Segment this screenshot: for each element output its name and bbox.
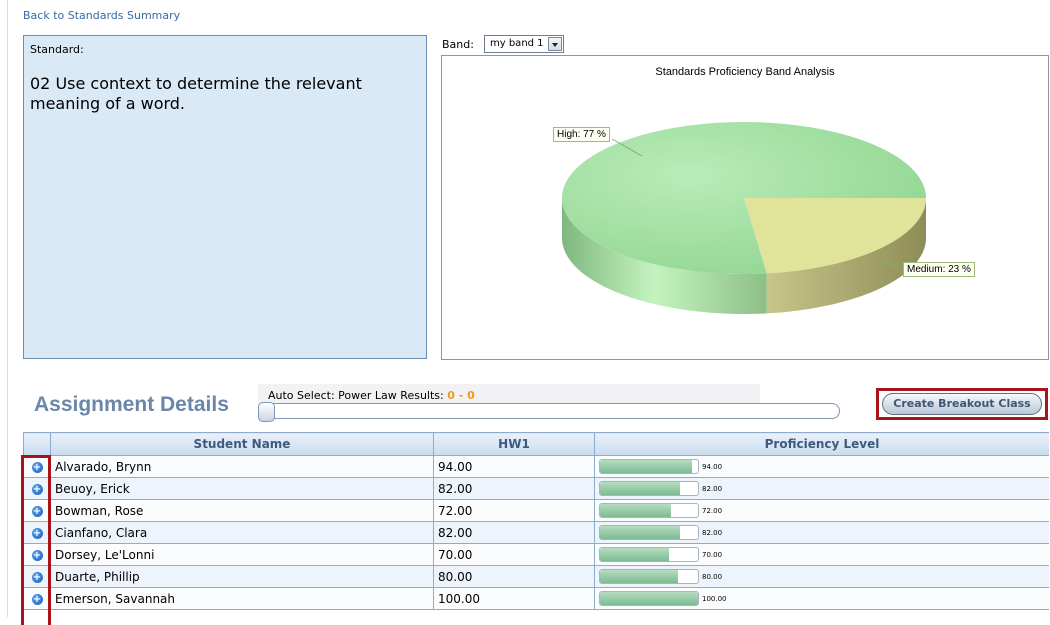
back-to-standards-summary-link[interactable]: Back to Standards Summary xyxy=(23,9,180,22)
proficiency-bar xyxy=(599,525,699,540)
slice-label-medium: Medium: 23 % xyxy=(903,262,975,277)
proficiency-bar-fill xyxy=(600,482,681,495)
hw1-column-header[interactable]: HW1 xyxy=(433,432,595,456)
power-law-slider-track[interactable] xyxy=(258,403,840,419)
proficiency-level-cell: 70.00 xyxy=(594,543,1049,566)
hw1-score-cell: 100.00 xyxy=(433,587,595,610)
assignment-details-title: Assignment Details xyxy=(34,393,229,416)
proficiency-bar-fill xyxy=(600,460,693,473)
create-breakout-class-button[interactable]: Create Breakout Class xyxy=(882,393,1042,415)
proficiency-level-cell: 100.00 xyxy=(594,587,1049,610)
hw1-score-cell: 70.00 xyxy=(433,543,595,566)
proficiency-bar-fill xyxy=(600,548,669,561)
dropdown-arrow-icon[interactable] xyxy=(548,37,562,51)
standard-label: Standard: xyxy=(30,43,84,56)
band-selected-value: my band 1 xyxy=(490,38,544,49)
proficiency-level-cell: 72.00 xyxy=(594,499,1049,522)
table-row[interactable]: + Duarte, Phillip 80.00 80.00 xyxy=(23,565,1049,588)
proficiency-level-cell: 80.00 xyxy=(594,565,1049,588)
standard-panel: Standard: 02 Use context to determine th… xyxy=(23,35,427,359)
table-row[interactable]: + Emerson, Savannah 100.00 100.00 xyxy=(23,587,1049,610)
hw1-score-cell: 80.00 xyxy=(433,565,595,588)
student-name-cell: Emerson, Savannah xyxy=(50,587,434,610)
standard-description: 02 Use context to determine the relevant… xyxy=(30,74,362,113)
proficiency-level-cell: 82.00 xyxy=(594,477,1049,500)
table-row[interactable]: + Alvarado, Brynn 94.00 94.00 xyxy=(23,455,1049,478)
proficiency-value: 100.00 xyxy=(702,594,727,603)
student-name-cell: Cianfano, Clara xyxy=(50,521,434,544)
table-row[interactable]: + Bowman, Rose 72.00 72.00 xyxy=(23,499,1049,522)
proficiency-bar xyxy=(599,569,699,584)
proficiency-bar xyxy=(599,547,699,562)
proficiency-value: 82.00 xyxy=(702,484,723,493)
auto-select-value: 0 - 0 xyxy=(447,389,475,402)
proficiency-value: 82.00 xyxy=(702,528,723,537)
proficiency-value: 72.00 xyxy=(702,506,723,515)
band-select[interactable]: my band 1 xyxy=(484,35,564,53)
table-row[interactable]: + Dorsey, Le'Lonni 70.00 70.00 xyxy=(23,543,1049,566)
proficiency-value: 70.00 xyxy=(702,550,723,559)
auto-select-text: Auto Select: Power Law Results: xyxy=(268,389,444,402)
hw1-score-cell: 72.00 xyxy=(433,499,595,522)
table-row[interactable]: + Cianfano, Clara 82.00 82.00 xyxy=(23,521,1049,544)
hw1-score-cell: 82.00 xyxy=(433,521,595,544)
proficiency-bar-fill xyxy=(600,592,698,605)
hw1-score-cell: 82.00 xyxy=(433,477,595,500)
proficiency-value: 80.00 xyxy=(702,572,723,581)
power-law-slider-handle[interactable] xyxy=(258,402,275,422)
proficiency-bar-fill xyxy=(600,504,671,517)
proficiency-bar xyxy=(599,481,699,496)
left-border-line xyxy=(7,0,8,617)
student-name-cell: Bowman, Rose xyxy=(50,499,434,522)
proficiency-band-chart: Standards Proficiency Band Analysis High… xyxy=(441,55,1049,360)
student-name-cell: Dorsey, Le'Lonni xyxy=(50,543,434,566)
proficiency-bar xyxy=(599,503,699,518)
proficiency-value: 94.00 xyxy=(702,462,723,471)
proficiency-bar xyxy=(599,459,699,474)
student-name-column-header[interactable]: Student Name xyxy=(50,432,434,456)
student-name-cell: Alvarado, Brynn xyxy=(50,455,434,478)
assignment-details-grid: Student Name HW1 Proficiency Level + Alva… xyxy=(23,432,1049,617)
proficiency-level-cell: 82.00 xyxy=(594,521,1049,544)
chart-title: Standards Proficiency Band Analysis xyxy=(655,66,835,78)
band-label: Band: xyxy=(442,38,474,51)
grid-header-row: Student Name HW1 Proficiency Level xyxy=(23,432,1049,456)
proficiency-level-column-header[interactable]: Proficiency Level xyxy=(594,432,1049,456)
student-name-cell: Beuoy, Erick xyxy=(50,477,434,500)
auto-select-label: Auto Select: Power Law Results: 0 - 0 xyxy=(268,389,475,402)
slice-label-high: High: 77 % xyxy=(553,127,610,142)
student-name-cell: Duarte, Phillip xyxy=(50,565,434,588)
proficiency-bar xyxy=(599,591,699,606)
table-row[interactable]: + Beuoy, Erick 82.00 82.00 xyxy=(23,477,1049,500)
proficiency-bar-fill xyxy=(600,526,681,539)
proficiency-bar-fill xyxy=(600,570,679,583)
proficiency-level-cell: 94.00 xyxy=(594,455,1049,478)
expand-column-header xyxy=(23,432,51,456)
pie-chart-svg xyxy=(562,121,926,314)
expand-icons-highlight xyxy=(21,455,51,625)
hw1-score-cell: 94.00 xyxy=(433,455,595,478)
